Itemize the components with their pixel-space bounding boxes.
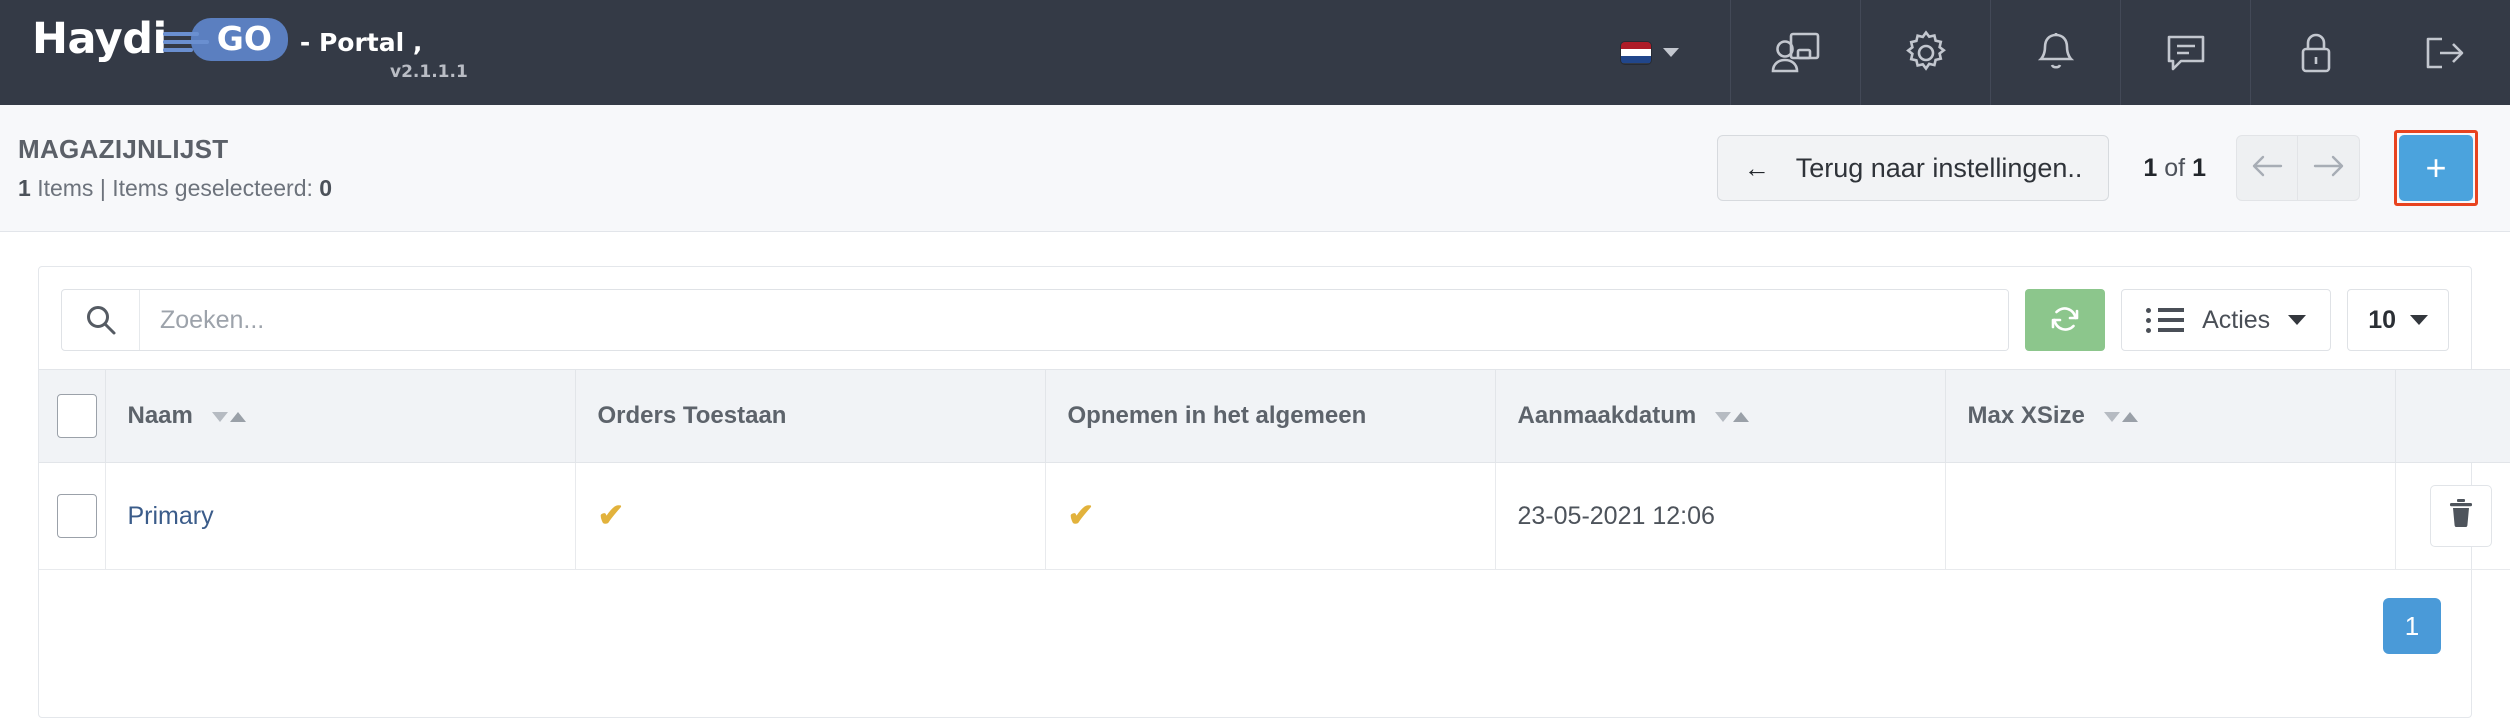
add-button-highlight: + xyxy=(2394,130,2478,206)
arrow-right-icon xyxy=(2312,153,2346,184)
warehouse-table: Naam Orders Toestaan Opnemen in het alge… xyxy=(39,369,2510,570)
settings-button[interactable] xyxy=(1860,0,1990,105)
speed-lines-icon xyxy=(162,28,209,52)
back-to-settings-button[interactable]: ← Terug naar instellingen.. xyxy=(1716,135,2110,201)
table-body: Primary ✔ ✔ 23-05-2021 12:06 xyxy=(39,462,2510,570)
pager-current: 1 xyxy=(2143,153,2158,182)
brand[interactable]: Haydi GO - Portal , v2.1.1.1 xyxy=(0,0,468,105)
row-select-cell xyxy=(39,462,106,570)
add-new-button[interactable]: + xyxy=(2399,135,2473,201)
refresh-button[interactable] xyxy=(2025,289,2106,351)
header-max-xsize[interactable]: Max XSize xyxy=(1945,369,2396,463)
cell-orders-toestaan: ✔ xyxy=(575,462,1046,570)
header-actions xyxy=(2395,369,2510,463)
page-size-value: 10 xyxy=(2368,305,2396,334)
page-content: Acties 10 Naam Order xyxy=(0,232,2510,718)
logout-button[interactable] xyxy=(2380,0,2510,105)
table-row: Primary ✔ ✔ 23-05-2021 12:06 xyxy=(39,462,2510,570)
selected-label: Items geselecteerd: xyxy=(112,175,313,201)
check-icon: ✔ xyxy=(597,497,625,533)
next-record-button[interactable] xyxy=(2298,135,2360,201)
row-checkbox[interactable] xyxy=(57,494,97,538)
titlebar-left: MAGAZIJNLIJST 1 Items | Items geselectee… xyxy=(18,134,332,202)
page-title: MAGAZIJNLIJST xyxy=(18,134,229,164)
header-datum-label: Aanmaakdatum xyxy=(1517,402,1697,429)
previous-record-button[interactable] xyxy=(2236,135,2298,201)
search-input[interactable] xyxy=(140,290,2009,350)
lock-icon xyxy=(2294,29,2338,77)
arrow-left-icon: ← xyxy=(1743,153,1770,183)
header-select-all xyxy=(39,369,106,463)
pagination: 1 xyxy=(39,570,2471,654)
netherlands-flag-icon xyxy=(1621,41,1651,64)
chevron-down-icon xyxy=(2410,315,2428,325)
logout-icon xyxy=(2420,29,2470,77)
titlebar-actions: ← Terug naar instellingen.. 1 of 1 + xyxy=(1716,130,2478,206)
gear-icon xyxy=(1902,29,1950,77)
navbar-actions xyxy=(1570,0,2510,105)
row-name-link[interactable]: Primary xyxy=(128,502,214,530)
refresh-icon xyxy=(2048,302,2082,339)
pager-total: 1 xyxy=(2192,153,2206,182)
brand-name: Haydi xyxy=(32,14,167,64)
actions-dropdown[interactable]: Acties xyxy=(2121,289,2332,351)
record-pager-count: 1 of 1 xyxy=(2143,154,2206,183)
messages-button[interactable] xyxy=(2120,0,2250,105)
page-titlebar: MAGAZIJNLIJST 1 Items | Items geselectee… xyxy=(0,105,2510,232)
header-xsize-label: Max XSize xyxy=(1967,402,2085,429)
sort-datum-icon[interactable] xyxy=(1714,411,1749,422)
chevron-down-icon xyxy=(2288,315,2307,325)
cell-aanmaakdatum: 23-05-2021 12:06 xyxy=(1495,462,1946,570)
user-presentation-icon xyxy=(1770,29,1822,77)
chat-icon xyxy=(2162,29,2210,77)
header-opnemen-label: Opnemen in het algemeen xyxy=(1067,402,1367,429)
sort-naam-icon[interactable] xyxy=(211,411,246,422)
cell-opnemen: ✔ xyxy=(1045,462,1496,570)
select-all-checkbox[interactable] xyxy=(57,394,97,438)
list-toolbar: Acties 10 xyxy=(39,267,2471,369)
pager-of: of xyxy=(2164,153,2186,182)
chevron-down-icon xyxy=(1663,48,1679,57)
table-head: Naam Orders Toestaan Opnemen in het alge… xyxy=(39,369,2510,463)
check-icon: ✔ xyxy=(1067,497,1095,533)
bell-icon xyxy=(2034,29,2078,77)
back-to-settings-label: Terug naar instellingen.. xyxy=(1795,152,2083,183)
header-orders-label: Orders Toestaan xyxy=(597,402,787,429)
cell-row-actions xyxy=(2395,462,2510,570)
sort-xsize-icon[interactable] xyxy=(2103,411,2138,422)
user-presentation-button[interactable] xyxy=(1730,0,1860,105)
notifications-button[interactable] xyxy=(1990,0,2120,105)
list-icon xyxy=(2146,307,2185,333)
arrow-left-icon xyxy=(2250,153,2284,184)
trash-icon xyxy=(2448,498,2474,535)
app-version: v2.1.1.1 xyxy=(390,62,468,82)
brand-logo: Haydi GO - Portal , xyxy=(32,18,422,61)
items-count: 1 xyxy=(18,175,31,201)
language-selector[interactable] xyxy=(1570,0,1730,105)
items-word: Items xyxy=(37,175,94,201)
delete-row-button[interactable] xyxy=(2429,485,2492,547)
search-icon xyxy=(62,290,140,350)
header-opnemen[interactable]: Opnemen in het algemeen xyxy=(1045,369,1496,463)
list-panel: Acties 10 Naam Order xyxy=(38,266,2510,718)
header-aanmaakdatum[interactable]: Aanmaakdatum xyxy=(1495,369,1946,463)
page-size-dropdown[interactable]: 10 xyxy=(2347,289,2449,351)
page-subtitle: 1 Items | Items geselecteerd: 0 xyxy=(18,175,332,202)
cell-max-xsize xyxy=(1945,462,2396,570)
page-button-1[interactable]: 1 xyxy=(2383,598,2441,654)
table-header-row: Naam Orders Toestaan Opnemen in het alge… xyxy=(39,369,2510,463)
actions-label: Acties xyxy=(2202,305,2271,334)
lock-button[interactable] xyxy=(2250,0,2380,105)
search-group xyxy=(61,289,2010,351)
header-naam[interactable]: Naam xyxy=(105,369,576,463)
selected-count: 0 xyxy=(319,175,333,201)
top-navbar: Haydi GO - Portal , v2.1.1.1 xyxy=(0,0,2510,105)
subtitle-separator: | xyxy=(99,175,106,201)
cell-naam: Primary xyxy=(105,462,576,570)
brand-suffix: - Portal , xyxy=(299,28,423,57)
header-orders-toestaan[interactable]: Orders Toestaan xyxy=(575,369,1046,463)
header-naam-label: Naam xyxy=(127,402,193,429)
